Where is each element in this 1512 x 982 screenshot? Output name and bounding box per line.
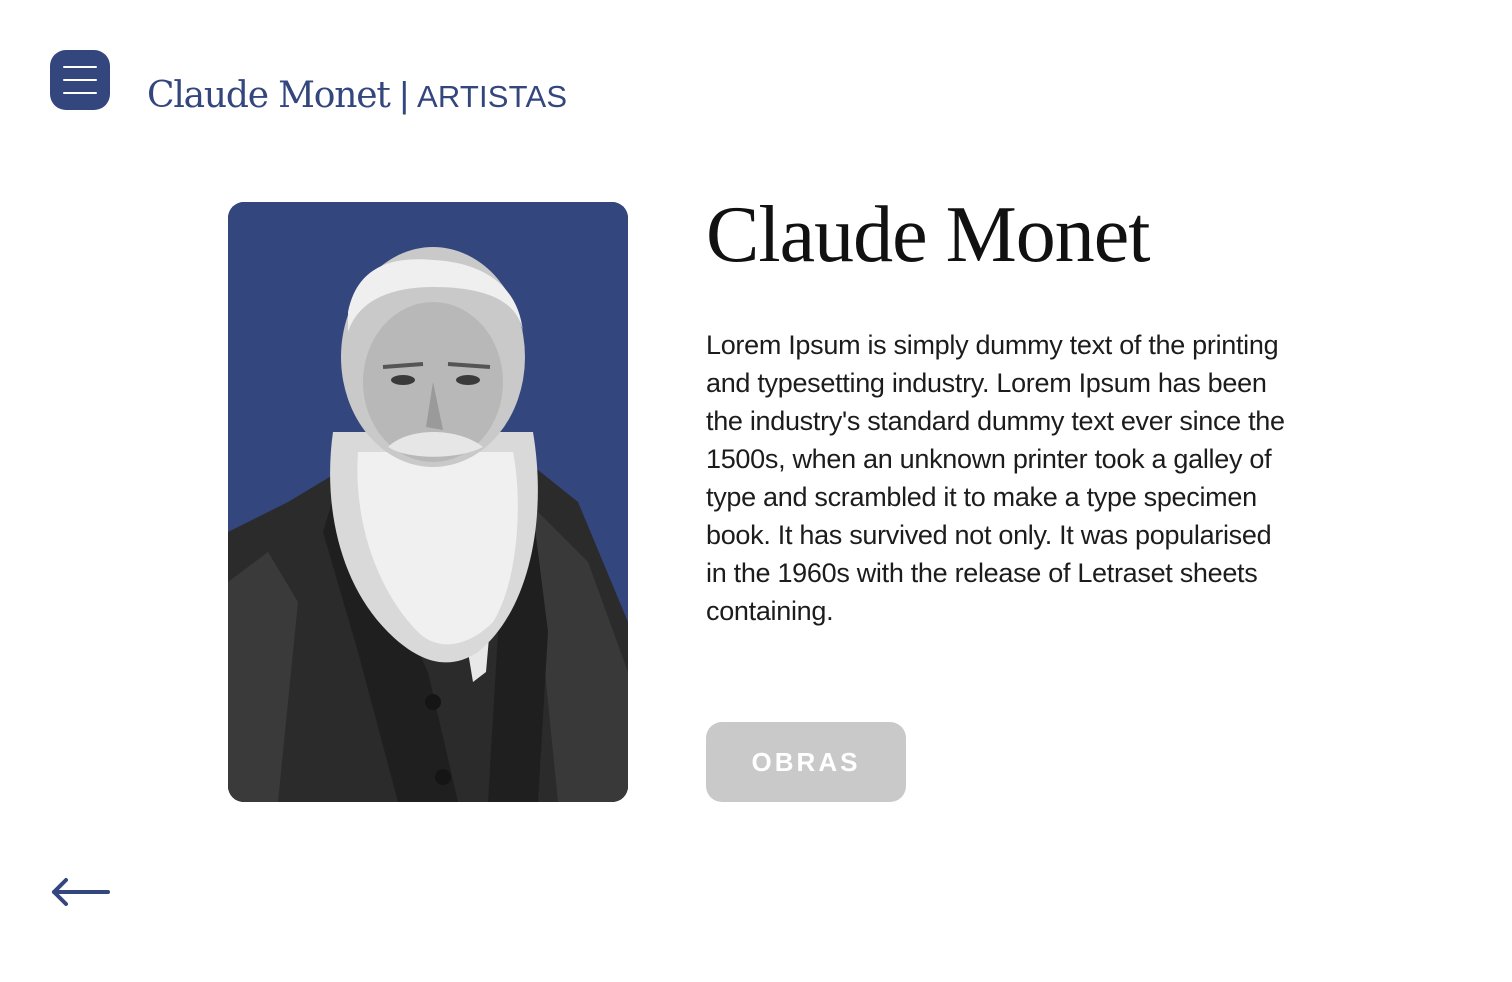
obras-button[interactable]: OBRAS [706, 722, 906, 802]
artist-bio: Lorem Ipsum is simply dummy text of the … [706, 330, 1285, 626]
artist-portrait [228, 202, 628, 802]
hamburger-menu-icon-line [63, 66, 97, 68]
arrow-left-icon [52, 878, 110, 906]
back-button[interactable] [50, 872, 110, 912]
portrait-image [228, 202, 628, 802]
header-title: Claude Monet | ARTISTAS [147, 74, 567, 124]
hamburger-menu-icon-line [63, 92, 97, 94]
header-section-label: ARTISTAS [416, 79, 568, 114]
header-artist-name: Claude Monet [147, 75, 391, 116]
header-separator: | [399, 74, 409, 115]
menu-button[interactable] [50, 50, 110, 110]
artist-name-heading: Claude Monet [706, 191, 1150, 279]
hamburger-menu-icon-line [63, 79, 97, 81]
